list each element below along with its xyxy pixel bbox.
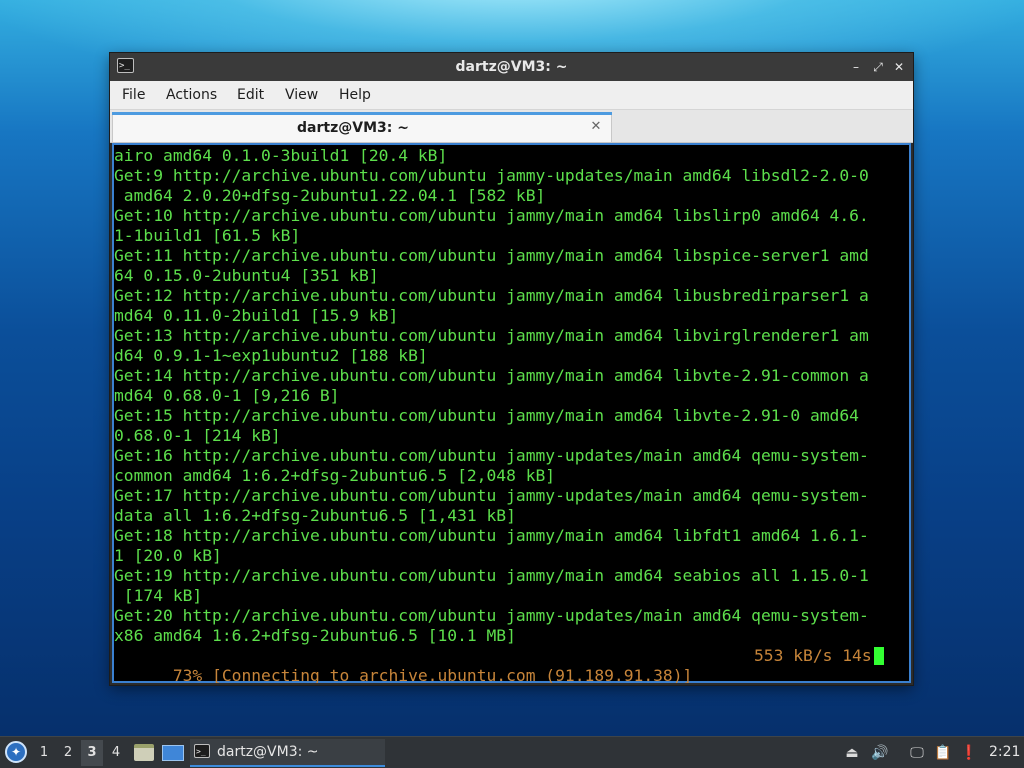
menu-bar: File Actions Edit View Help	[110, 81, 913, 110]
terminal-window: >_ dartz@VM3: ~ – ⤢ ✕ File Actions Edit …	[110, 53, 913, 685]
terminal-line: Get:17 http://archive.ubuntu.com/ubuntu …	[114, 486, 869, 505]
apt-progress-line: 73% [Connecting to archive.ubuntu.com (9…	[114, 646, 894, 683]
terminal-task-icon: >_	[194, 744, 210, 758]
terminal-line: 64 0.15.0-2ubuntu4 [351 kB]	[114, 266, 379, 285]
menu-help[interactable]: Help	[333, 81, 377, 110]
start-menu-icon[interactable]: ✦	[5, 741, 27, 763]
terminal-line: airo amd64 0.1.0-3build1 [20.4 kB]	[114, 146, 448, 165]
progress-text: 73% [Connecting to archive.ubuntu.com (9…	[172, 666, 693, 683]
terminal-line: Get:13 http://archive.ubuntu.com/ubuntu …	[114, 326, 869, 345]
panel-clock[interactable]: 2:21	[989, 737, 1020, 768]
menu-actions[interactable]: Actions	[160, 81, 223, 110]
terminal-line: [174 kB]	[114, 586, 203, 605]
tab-close-icon[interactable]: ✕	[589, 120, 603, 134]
terminal-line: Get:18 http://archive.ubuntu.com/ubuntu …	[114, 526, 869, 545]
terminal-cursor	[874, 647, 884, 665]
workspace-4[interactable]: 4	[105, 740, 127, 766]
terminal-line: Get:20 http://archive.ubuntu.com/ubuntu …	[114, 606, 869, 625]
maximize-button[interactable]: ⤢	[869, 58, 887, 76]
menu-file[interactable]: File	[116, 81, 151, 110]
terminal-line: data all 1:6.2+dfsg-2ubuntu6.5 [1,431 kB…	[114, 506, 516, 525]
taskbar-item-terminal[interactable]: >_ dartz@VM3: ~	[190, 739, 385, 767]
taskbar-item-label: dartz@VM3: ~	[217, 744, 319, 760]
terminal-line: 1 [20.0 kB]	[114, 546, 222, 565]
tab-terminal[interactable]: dartz@VM3: ~ ✕	[112, 112, 612, 142]
window-titlebar[interactable]: >_ dartz@VM3: ~ – ⤢ ✕	[110, 53, 913, 81]
network-icon[interactable]: 🖵	[907, 743, 927, 763]
terminal-line: 1-1build1 [61.5 kB]	[114, 226, 301, 245]
terminal-line: Get:19 http://archive.ubuntu.com/ubuntu …	[114, 566, 869, 585]
volume-icon[interactable]: 🔊	[870, 743, 890, 763]
minimize-button[interactable]: –	[847, 58, 865, 76]
menu-view[interactable]: View	[279, 81, 324, 110]
terminal-line: Get:10 http://archive.ubuntu.com/ubuntu …	[114, 206, 869, 225]
workspace-3[interactable]: 3	[81, 740, 103, 766]
file-manager-icon[interactable]	[134, 744, 154, 761]
close-window-button[interactable]: ✕	[890, 58, 908, 76]
terminal-line: d64 0.9.1-1~exp1ubuntu2 [188 kB]	[114, 346, 428, 365]
terminal-line: amd64 2.0.20+dfsg-2ubuntu1.22.04.1 [582 …	[114, 186, 546, 205]
terminal-line: Get:11 http://archive.ubuntu.com/ubuntu …	[114, 246, 869, 265]
workspace-1[interactable]: 1	[33, 740, 55, 766]
workspace-2[interactable]: 2	[57, 740, 79, 766]
window-title: dartz@VM3: ~	[455, 59, 568, 75]
terminal-line: md64 0.11.0-2build1 [15.9 kB]	[114, 306, 399, 325]
terminal-lines: airo amd64 0.1.0-3build1 [20.4 kB] Get:9 …	[114, 146, 894, 646]
terminal-output[interactable]: airo amd64 0.1.0-3build1 [20.4 kB] Get:9 …	[112, 143, 911, 683]
notification-icon[interactable]: ❗	[959, 743, 979, 763]
menu-edit[interactable]: Edit	[231, 81, 270, 110]
eject-icon[interactable]: ⏏	[842, 743, 862, 763]
terminal-line: common amd64 1:6.2+dfsg-2ubuntu6.5 [2,04…	[114, 466, 556, 485]
terminal-line: 0.68.0-1 [214 kB]	[114, 426, 281, 445]
terminal-line: md64 0.68.0-1 [9,216 B]	[114, 386, 340, 405]
download-rate-text: 553 kB/s 14s	[754, 646, 872, 665]
terminal-line: x86 amd64 1:6.2+dfsg-2ubuntu6.5 [10.1 MB…	[114, 626, 516, 645]
show-desktop-icon[interactable]	[162, 745, 184, 761]
terminal-line: Get:15 http://archive.ubuntu.com/ubuntu …	[114, 406, 859, 425]
tab-label: dartz@VM3: ~	[297, 120, 409, 136]
tab-bar: dartz@VM3: ~ ✕	[110, 110, 913, 143]
taskbar-panel: ✦ 1 2 3 4 >_ dartz@VM3: ~ ⏏ 🔊 🖵 📋 ❗ 2:21	[0, 736, 1024, 768]
terminal-line: Get:14 http://archive.ubuntu.com/ubuntu …	[114, 366, 869, 385]
terminal-line: Get:16 http://archive.ubuntu.com/ubuntu …	[114, 446, 869, 465]
clipboard-icon[interactable]: 📋	[933, 743, 953, 763]
terminal-line: Get:12 http://archive.ubuntu.com/ubuntu …	[114, 286, 869, 305]
terminal-line: Get:9 http://archive.ubuntu.com/ubuntu j…	[114, 166, 869, 185]
